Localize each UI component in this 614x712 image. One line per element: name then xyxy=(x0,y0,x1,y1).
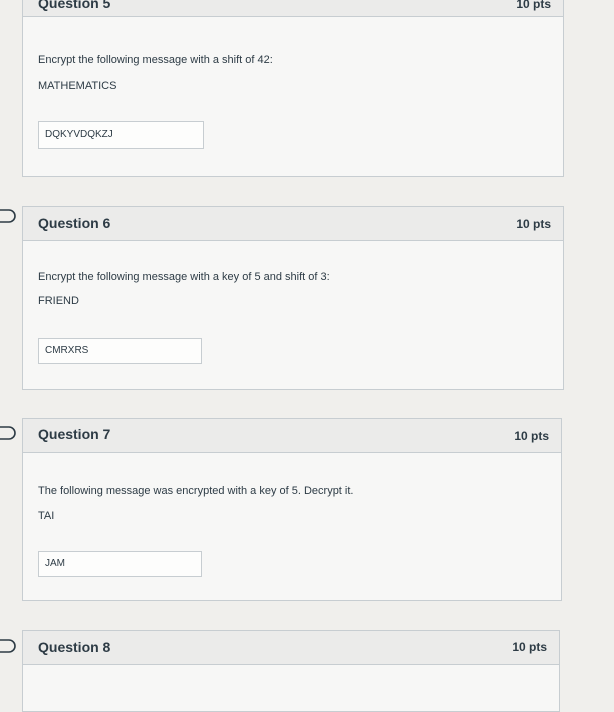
question-points: 10 pts xyxy=(512,640,547,654)
question-header: Question 7 10 pts xyxy=(23,419,561,453)
answer-input[interactable]: JAM xyxy=(38,551,202,577)
question-header: Question 8 10 pts xyxy=(23,631,559,665)
question-title: Question 6 xyxy=(38,215,111,231)
flag-icon[interactable] xyxy=(0,426,18,440)
question-message: MATHEMATICS xyxy=(38,80,117,92)
question-title: Question 8 xyxy=(38,639,111,655)
flag-icon[interactable] xyxy=(0,639,18,653)
answer-value: DQKYVDQKZJ xyxy=(45,129,113,140)
question-points: 10 pts xyxy=(516,217,551,231)
question-points: 10 pts xyxy=(514,429,549,443)
question-prompt: Encrypt the following message with a shi… xyxy=(38,54,273,66)
answer-input[interactable]: CMRXRS xyxy=(38,338,202,364)
question-card-7: Question 7 10 pts The following message … xyxy=(22,418,562,601)
answer-input[interactable]: DQKYVDQKZJ xyxy=(38,121,204,149)
answer-value: JAM xyxy=(45,558,65,569)
question-message: TAI xyxy=(38,510,55,522)
question-title: Question 7 xyxy=(38,426,111,442)
question-card-5: Question 5 10 pts Encrypt the following … xyxy=(22,0,564,177)
question-prompt: Encrypt the following message with a key… xyxy=(38,271,330,283)
flag-icon[interactable] xyxy=(0,209,18,223)
question-header: Question 5 10 pts xyxy=(23,0,563,17)
answer-value: CMRXRS xyxy=(45,345,89,356)
question-points: 10 pts xyxy=(516,0,551,11)
question-message: FRIEND xyxy=(38,295,79,307)
question-header: Question 6 10 pts xyxy=(23,207,563,241)
question-card-6: Question 6 10 pts Encrypt the following … xyxy=(22,206,564,390)
question-title: Question 5 xyxy=(38,0,111,11)
question-prompt: The following message was encrypted with… xyxy=(38,485,354,497)
